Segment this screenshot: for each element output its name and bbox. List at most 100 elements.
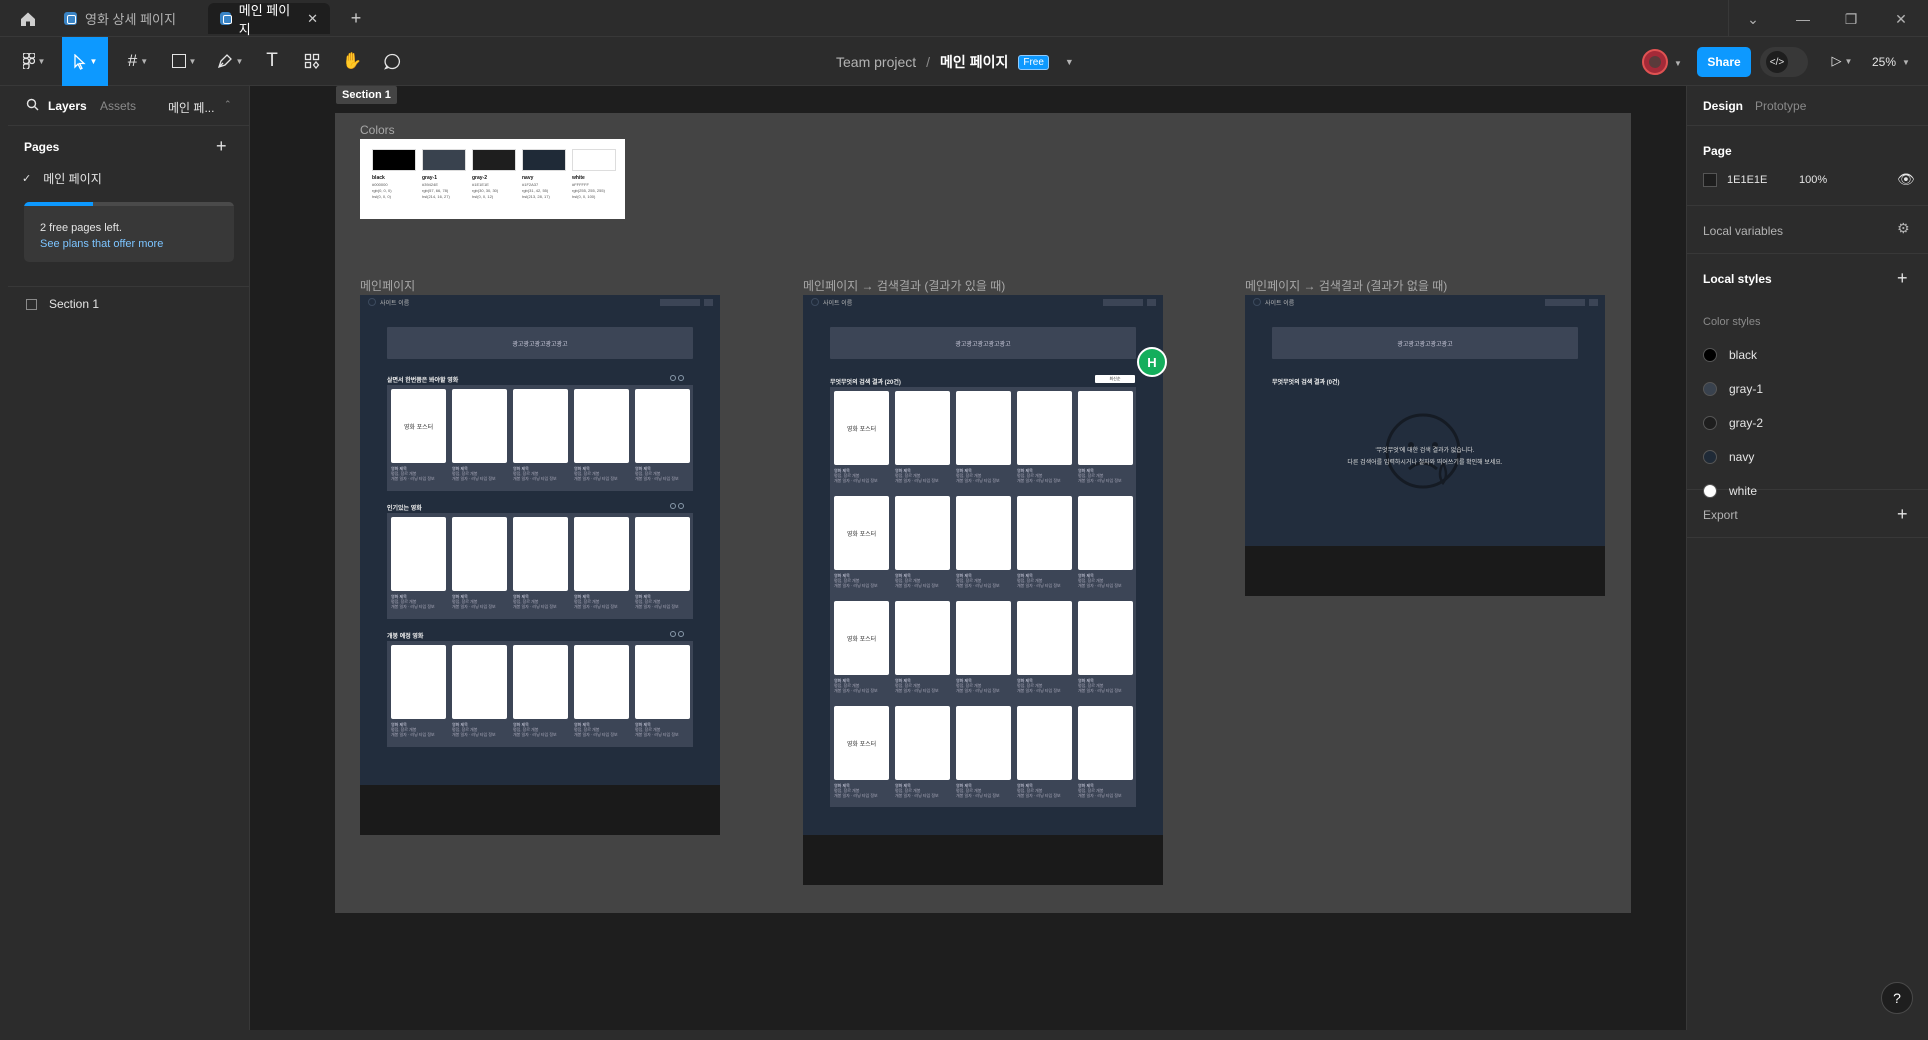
present-button[interactable]: ▷ ▼ (1826, 45, 1858, 77)
chevron-up-icon[interactable]: ⌃ (224, 99, 232, 110)
see-plans-link[interactable]: See plans that offer more (40, 238, 163, 250)
shape-tool-button[interactable]: ▼ (166, 45, 202, 77)
palette-swatch-value: hsl(0, 0, 100) (572, 194, 596, 199)
color-style-item[interactable]: gray-1 (1703, 378, 1913, 400)
export-label: Export (1703, 508, 1738, 522)
help-button[interactable]: ? (1881, 982, 1913, 1014)
eye-icon[interactable]: 👁 (1897, 171, 1915, 188)
palette-swatch-name: navy (522, 175, 534, 181)
page-color-value[interactable]: 1E1E1E (1727, 174, 1767, 186)
share-button[interactable]: Share (1697, 47, 1751, 77)
color-style-item[interactable]: navy (1703, 446, 1913, 468)
tab-design[interactable]: Design (1703, 99, 1743, 113)
palette-swatch-value: rgb(255, 255, 255) (572, 188, 605, 193)
page-section-title: Page (1703, 144, 1732, 158)
move-tool-button[interactable]: ▼ (62, 37, 108, 86)
page-color-swatch[interactable] (1703, 173, 1717, 187)
tab-main-page[interactable]: 메인 페이지 ✕ (208, 3, 330, 37)
movie-poster (513, 517, 568, 591)
palette-swatch-value: hsl(0, 0, 0) (372, 194, 391, 199)
colors-frame-label[interactable]: Colors (360, 123, 395, 137)
no-results-frame[interactable]: 사이트 이름 광고광고광고광고광고 무엇무엇의 검색 결과 (0건) '무엇무엇… (1245, 295, 1605, 596)
sort-dropdown: 최신순 (1095, 375, 1135, 383)
tab-movie-detail[interactable]: 영화 상세 페이지 (52, 3, 200, 34)
pen-tool-button[interactable]: ▼ (212, 45, 248, 77)
home-icon[interactable] (18, 9, 38, 29)
movie-poster (574, 517, 629, 591)
chevron-down-icon: ▼ (235, 56, 244, 66)
tab-prototype[interactable]: Prototype (1755, 99, 1806, 113)
section-1[interactable]: Colors black #000000 rgb(0, 0, 0) hsl(0, 0,… (335, 113, 1631, 913)
color-style-item[interactable]: gray-2 (1703, 412, 1913, 434)
page-item[interactable]: ✓ 메인 페이지 (16, 166, 242, 190)
movie-poster (635, 389, 690, 463)
movie-poster (895, 706, 950, 780)
chevron-down-icon[interactable]: ▼ (1065, 57, 1074, 67)
search-icon[interactable] (26, 98, 39, 114)
text-tool-button[interactable]: T (258, 45, 286, 77)
movie-meta: 개봉 일자 · 러닝 타임 정보 (391, 476, 435, 481)
tab-assets[interactable]: Assets (100, 99, 136, 113)
chevron-down-icon[interactable]: ▼ (1674, 59, 1682, 68)
add-style-button[interactable]: + (1897, 269, 1908, 287)
ad-banner: 광고광고광고광고광고 (830, 327, 1136, 359)
comment-tool-button[interactable] (378, 45, 406, 77)
main-menu-button[interactable]: ▼ (16, 45, 52, 77)
section-label[interactable]: Section 1 (336, 86, 397, 104)
palette-swatch-name: gray-2 (472, 175, 488, 181)
palette-swatch (372, 149, 416, 171)
close-tab-icon[interactable]: ✕ (307, 11, 318, 27)
page-opacity-value[interactable]: 100% (1799, 174, 1827, 186)
avatar-face (1649, 56, 1661, 68)
palette-swatch-value: #1E1E1E (472, 182, 489, 187)
chevron-down-icon: ▼ (37, 56, 46, 66)
new-tab-button[interactable]: + (344, 6, 368, 30)
avatar[interactable] (1642, 49, 1668, 75)
empty-message-2: 다른 검색어를 입력하시거나 철자와 띄어쓰기를 확인해 보세요. (1347, 460, 1503, 466)
components-button[interactable] (298, 45, 326, 77)
movie-poster (452, 517, 507, 591)
frame-label[interactable]: 메인페이지 → 검색결과 (결과가 있을 때) (803, 277, 1005, 294)
no-results-body: 사이트 이름 광고광고광고광고광고 무엇무엇의 검색 결과 (0건) '무엇무엇… (1245, 295, 1605, 546)
canvas[interactable]: Section 1 Colors black #000000 rgb(0, 0, 0… (250, 86, 1686, 1030)
movie-meta: 개봉 일자 · 러닝 타임 정보 (956, 793, 1000, 798)
movie-meta: 개봉 일자 · 러닝 타임 정보 (391, 604, 435, 609)
movie-poster (1017, 391, 1072, 465)
movie-poster (1017, 601, 1072, 675)
movie-meta: 개봉 일자 · 러닝 타임 정보 (1078, 583, 1122, 588)
export-section: Export + (1687, 490, 1928, 538)
hand-tool-button[interactable]: ✋ (338, 45, 366, 77)
search-results-frame[interactable]: 사이트 이름 광고광고광고광고광고 무엇무엇의 검색 결과 (20건) 최신순 … (803, 295, 1163, 885)
movie-poster (391, 645, 446, 719)
next-arrow-icon (678, 631, 684, 637)
palette-swatch-value: hsl(0, 0, 12) (472, 194, 494, 199)
chevron-down-icon[interactable]: ⌄ (1742, 8, 1764, 30)
project-name[interactable]: Team project (836, 54, 916, 70)
add-export-button[interactable]: + (1897, 505, 1908, 523)
close-window-icon[interactable]: ✕ (1890, 8, 1912, 30)
file-name[interactable]: 메인 페이지 (940, 52, 1008, 72)
movie-poster (391, 517, 446, 591)
movie-meta: 개봉 일자 · 러닝 타임 정보 (574, 604, 618, 609)
tab-layers[interactable]: Layers (48, 99, 87, 113)
layer-item-section-1[interactable]: Section 1 (26, 292, 236, 316)
frame-tool-button[interactable]: # ▼ (120, 45, 156, 77)
right-panel-tabs: Design Prototype (1687, 86, 1928, 126)
site-logo-icon (811, 298, 819, 306)
color-style-item[interactable]: black (1703, 344, 1913, 366)
local-variables-label[interactable]: Local variables (1703, 224, 1783, 238)
hand-icon: ✋ (342, 53, 362, 70)
frame-label[interactable]: 메인페이지 → 검색결과 (결과가 없을 때) (1245, 277, 1447, 294)
sliders-icon[interactable]: ⚙ (1897, 220, 1910, 237)
add-page-button[interactable]: + (216, 137, 227, 155)
minimize-icon[interactable]: — (1792, 8, 1814, 30)
zoom-control[interactable]: 25% ▼ (1872, 53, 1910, 71)
frame-label[interactable]: 메인페이지 (360, 277, 415, 294)
restore-icon[interactable]: ❐ (1840, 8, 1862, 30)
plan-badge[interactable]: Free (1018, 54, 1049, 70)
row-title: 개봉 예정 영화 (387, 634, 424, 640)
main-page-frame[interactable]: 사이트 이름 광고광고광고광고광고 살면서 한번쯤은 봐야할 영화 영화 포스터 영… (360, 295, 720, 835)
dev-mode-toggle[interactable]: </> (1760, 47, 1808, 77)
colors-frame[interactable]: black #000000 rgb(0, 0, 0) hsl(0, 0, 0) gray… (360, 139, 625, 219)
page-switcher[interactable]: 메인 페... (168, 99, 214, 116)
